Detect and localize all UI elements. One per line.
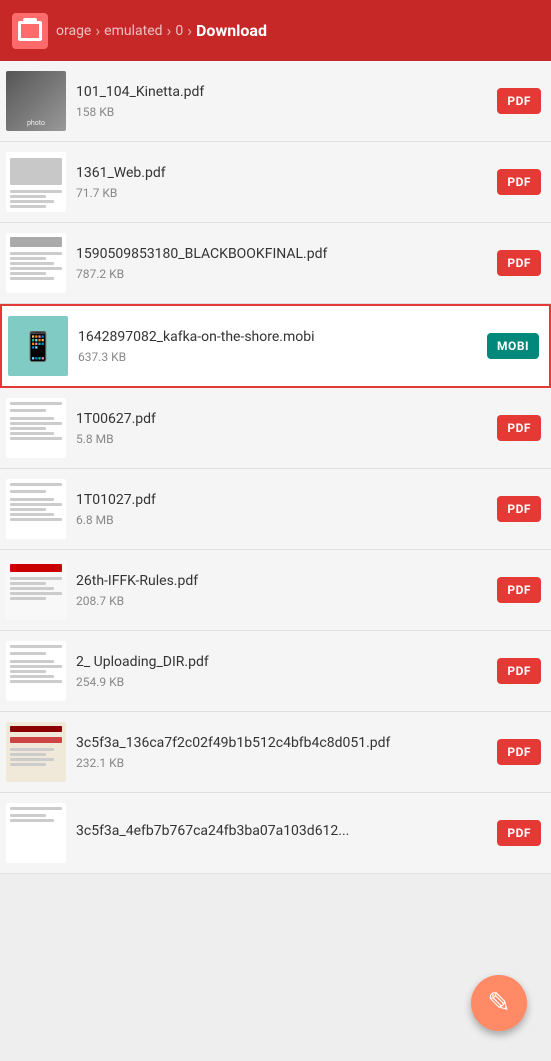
file-name: 1590509853180_BLACKBOOKFINAL.pdf [76, 245, 487, 263]
file-thumbnail [6, 641, 66, 701]
file-size: 787.2 KB [76, 267, 487, 281]
file-name: 1642897082_kafka-on-the-shore.mobi [78, 328, 477, 346]
file-list: photo 101_104_Kinetta.pdf 158 KB PDF 136… [0, 61, 551, 874]
file-size: 71.7 KB [76, 186, 487, 200]
breadcrumb-emulated[interactable]: emulated [104, 23, 162, 39]
file-size: 232.1 KB [76, 756, 487, 770]
breadcrumb: orage › emulated › 0 › Download [56, 21, 539, 40]
app-header: orage › emulated › 0 › Download [0, 0, 551, 61]
breadcrumb-sep-2: › [167, 21, 172, 40]
file-type-badge[interactable]: PDF [497, 739, 541, 765]
list-item[interactable]: 3c5f3a_4efb7b767ca24fb3ba07a103d612... P… [0, 793, 551, 874]
fab-button[interactable]: ✎ [471, 975, 527, 1031]
file-thumbnail: photo [6, 71, 66, 131]
file-thumbnail [6, 152, 66, 212]
file-info: 1361_Web.pdf 71.7 KB [76, 164, 487, 200]
file-name: 3c5f3a_4efb7b767ca24fb3ba07a103d612... [76, 822, 487, 840]
file-name: 3c5f3a_136ca7f2c02f49b1b512c4bfb4c8d051.… [76, 734, 487, 752]
logo-icon [18, 21, 42, 41]
list-item[interactable]: 26th-IFFK-Rules.pdf 208.7 KB PDF [0, 550, 551, 631]
file-info: 101_104_Kinetta.pdf 158 KB [76, 83, 487, 119]
file-size: 5.8 MB [76, 432, 487, 446]
file-info: 3c5f3a_4efb7b767ca24fb3ba07a103d612... [76, 822, 487, 844]
file-thumbnail [6, 803, 66, 863]
file-type-badge[interactable]: PDF [497, 496, 541, 522]
file-thumbnail [6, 233, 66, 293]
file-type-badge[interactable]: PDF [497, 169, 541, 195]
breadcrumb-storage[interactable]: orage [56, 23, 91, 39]
list-item-highlighted[interactable]: 📱 1642897082_kafka-on-the-shore.mobi 637… [0, 304, 551, 388]
file-thumbnail [6, 722, 66, 782]
edit-icon: ✎ [487, 989, 510, 1017]
file-type-badge[interactable]: PDF [497, 820, 541, 846]
file-thumbnail [6, 479, 66, 539]
list-item[interactable]: 1T00627.pdf 5.8 MB PDF [0, 388, 551, 469]
list-item[interactable]: 1T01027.pdf 6.8 MB PDF [0, 469, 551, 550]
file-type-badge[interactable]: PDF [497, 658, 541, 684]
file-name: 26th-IFFK-Rules.pdf [76, 572, 487, 590]
file-name: 1T01027.pdf [76, 491, 487, 509]
list-item[interactable]: 2_ Uploading_DIR.pdf 254.9 KB PDF [0, 631, 551, 712]
file-info: 26th-IFFK-Rules.pdf 208.7 KB [76, 572, 487, 608]
file-name: 2_ Uploading_DIR.pdf [76, 653, 487, 671]
list-item[interactable]: photo 101_104_Kinetta.pdf 158 KB PDF [0, 61, 551, 142]
file-size: 6.8 MB [76, 513, 487, 527]
file-info: 3c5f3a_136ca7f2c02f49b1b512c4bfb4c8d051.… [76, 734, 487, 770]
breadcrumb-0[interactable]: 0 [175, 23, 183, 39]
file-name: 1361_Web.pdf [76, 164, 487, 182]
file-size: 158 KB [76, 105, 487, 119]
breadcrumb-sep-1: › [95, 21, 100, 40]
file-name: 1T00627.pdf [76, 410, 487, 428]
file-info: 1T00627.pdf 5.8 MB [76, 410, 487, 446]
breadcrumb-sep-3: › [187, 21, 192, 40]
file-thumbnail: 📱 [8, 316, 68, 376]
file-type-badge[interactable]: PDF [497, 415, 541, 441]
list-item[interactable]: 1590509853180_BLACKBOOKFINAL.pdf 787.2 K… [0, 223, 551, 304]
file-thumbnail [6, 398, 66, 458]
file-name: 101_104_Kinetta.pdf [76, 83, 487, 101]
file-size: 254.9 KB [76, 675, 487, 689]
file-info: 1642897082_kafka-on-the-shore.mobi 637.3… [78, 328, 477, 364]
breadcrumb-download[interactable]: Download [196, 21, 267, 40]
file-info: 1590509853180_BLACKBOOKFINAL.pdf 787.2 K… [76, 245, 487, 281]
list-item[interactable]: 3c5f3a_136ca7f2c02f49b1b512c4bfb4c8d051.… [0, 712, 551, 793]
file-type-badge[interactable]: PDF [497, 88, 541, 114]
file-type-badge[interactable]: PDF [497, 577, 541, 603]
list-item[interactable]: 1361_Web.pdf 71.7 KB PDF [0, 142, 551, 223]
file-type-badge[interactable]: PDF [497, 250, 541, 276]
file-info: 1T01027.pdf 6.8 MB [76, 491, 487, 527]
file-info: 2_ Uploading_DIR.pdf 254.9 KB [76, 653, 487, 689]
file-size: 637.3 KB [78, 350, 477, 364]
app-logo [12, 13, 48, 49]
file-thumbnail [6, 560, 66, 620]
file-type-badge[interactable]: MOBI [487, 333, 539, 359]
mobi-icon: 📱 [21, 330, 56, 363]
file-size: 208.7 KB [76, 594, 487, 608]
